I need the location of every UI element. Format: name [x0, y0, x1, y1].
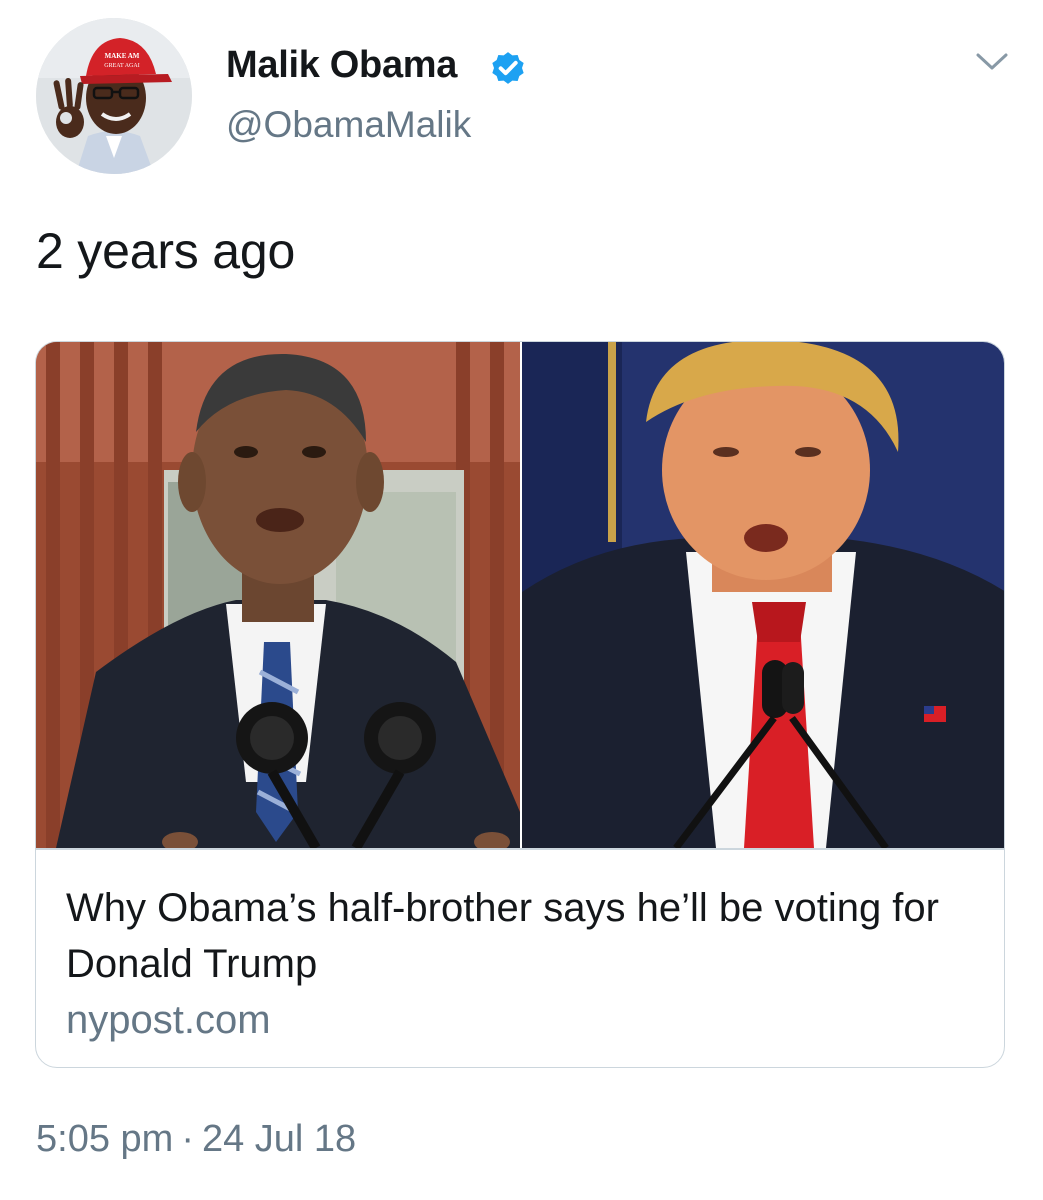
tweet-time: 5:05 pm — [36, 1118, 174, 1160]
tweet-timestamp[interactable]: 5:05 pm · 24 Jul 18 — [36, 1118, 356, 1161]
card-divider — [36, 848, 1004, 850]
link-card[interactable]: Why Obama’s half-brother says he’ll be v… — [35, 341, 1005, 1068]
timestamp-separator: · — [181, 1118, 194, 1160]
avatar-image: MAKE AM GREAT AGAI — [36, 18, 192, 174]
chevron-down-icon[interactable] — [974, 46, 1010, 76]
verified-badge-icon — [492, 52, 524, 84]
avatar[interactable]: MAKE AM GREAT AGAI — [36, 18, 192, 174]
svg-text:MAKE AM: MAKE AM — [105, 52, 140, 60]
tweet-date: 24 Jul 18 — [201, 1118, 357, 1160]
card-image-right-photo — [522, 342, 1004, 848]
card-image-left-photo — [36, 342, 520, 848]
tweet-text: 2 years ago — [36, 223, 296, 279]
card-title[interactable]: Why Obama’s half-brother says he’ll be v… — [66, 880, 966, 992]
display-name[interactable]: Malik Obama — [226, 44, 457, 87]
user-handle[interactable]: @ObamaMalik — [226, 104, 471, 146]
card-domain[interactable]: nypost.com — [66, 998, 271, 1043]
card-image — [36, 342, 1004, 848]
svg-text:GREAT AGAI: GREAT AGAI — [104, 63, 139, 69]
